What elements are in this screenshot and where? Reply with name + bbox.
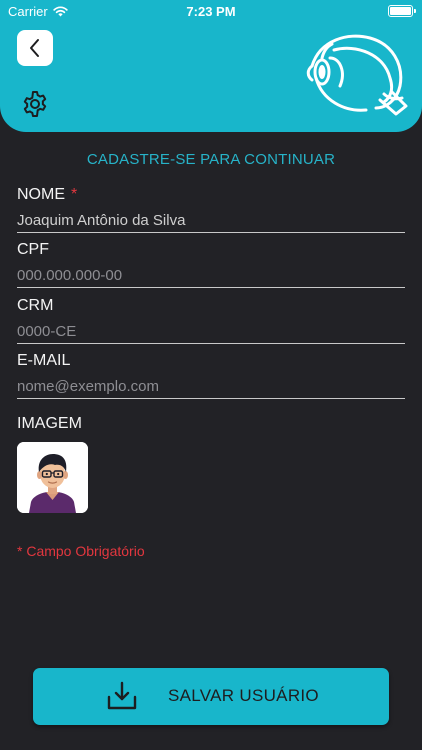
email-field: E-MAIL bbox=[17, 352, 405, 399]
crm-input[interactable] bbox=[17, 322, 405, 344]
name-field: NOME * bbox=[17, 186, 405, 233]
cpf-label: CPF bbox=[17, 241, 49, 258]
register-screen: Carrier 7:23 PM CADASTRE-SE PARA CONTINU… bbox=[0, 0, 422, 750]
status-time: 7:23 PM bbox=[186, 4, 236, 19]
name-label: NOME * bbox=[17, 186, 78, 203]
battery-icon bbox=[388, 5, 416, 17]
crm-field: CRM bbox=[17, 297, 405, 344]
status-bar: Carrier 7:23 PM bbox=[0, 0, 422, 22]
save-user-button[interactable]: SALVAR USUÁRIO bbox=[33, 668, 389, 725]
download-icon bbox=[107, 681, 137, 710]
form-title: CADASTRE-SE PARA CONTINUAR bbox=[86, 151, 336, 168]
image-label: IMAGEM bbox=[17, 415, 82, 432]
eye-anatomy-icon bbox=[306, 34, 408, 116]
cpf-field: CPF bbox=[17, 241, 405, 288]
save-user-label: SALVAR USUÁRIO bbox=[168, 686, 319, 705]
avatar[interactable] bbox=[17, 442, 88, 513]
required-mark: * bbox=[71, 186, 78, 203]
cpf-input[interactable] bbox=[17, 266, 405, 288]
gear-icon[interactable] bbox=[21, 90, 49, 118]
required-note: * Campo Obrigatório bbox=[17, 543, 145, 559]
crm-label: CRM bbox=[17, 297, 54, 314]
back-button[interactable] bbox=[17, 30, 53, 66]
email-input[interactable] bbox=[17, 377, 405, 399]
header: Carrier 7:23 PM bbox=[0, 0, 422, 132]
avatar-picture bbox=[17, 442, 88, 513]
name-input[interactable] bbox=[17, 211, 405, 233]
email-label: E-MAIL bbox=[17, 352, 71, 369]
chevron-left-icon bbox=[30, 39, 39, 57]
